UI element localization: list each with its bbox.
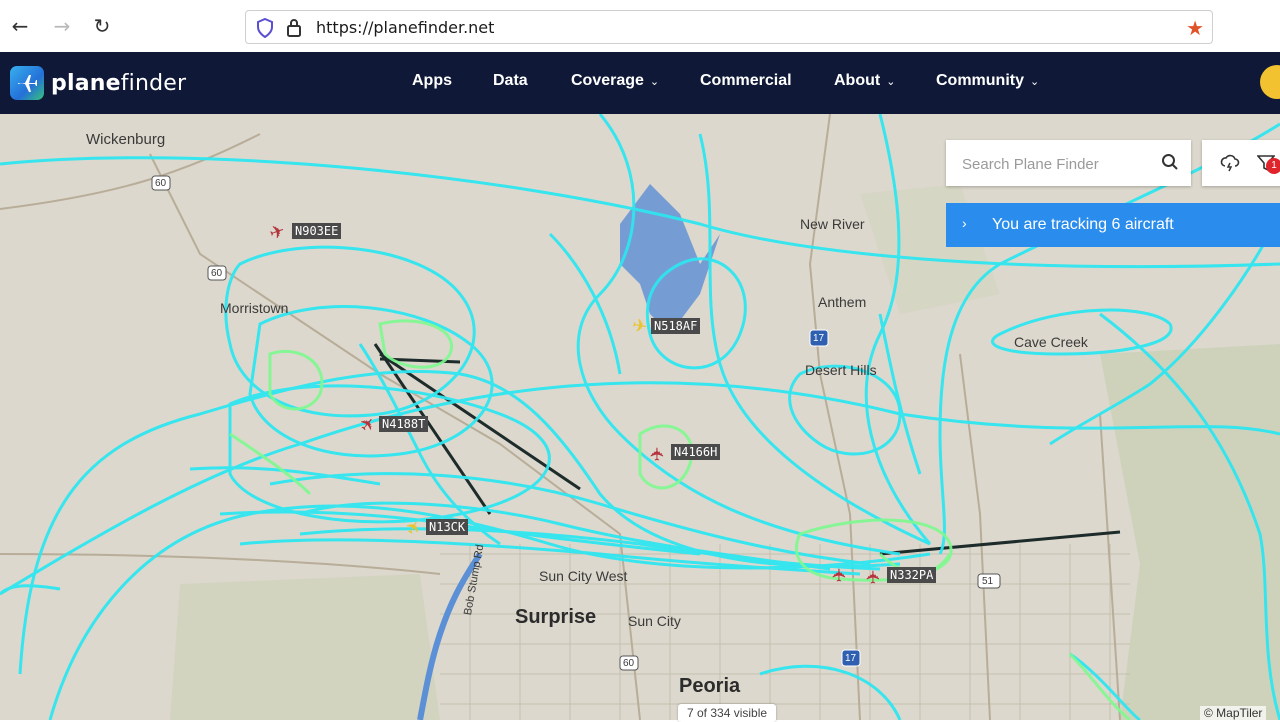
- chevron-down-icon: ⌄: [649, 76, 660, 88]
- map-attribution[interactable]: © MapTiler: [1200, 706, 1267, 720]
- visible-count: 7 of 334 visible: [678, 704, 777, 722]
- shield-icon[interactable]: [256, 18, 274, 38]
- plane-logo-icon: [10, 66, 44, 100]
- chevron-right-icon: ›: [962, 215, 967, 231]
- menu-apps[interactable]: Apps: [412, 72, 452, 90]
- aircraft-label[interactable]: N4188T: [379, 416, 429, 432]
- back-button[interactable]: ←: [8, 14, 32, 38]
- logo-text: planefinder: [51, 70, 187, 96]
- place-morristown: Morristown: [220, 300, 289, 316]
- chevron-down-icon: ⌄: [1030, 76, 1040, 88]
- highway-label: 51: [982, 576, 994, 587]
- site-header: planefinder Apps Data Coverage ⌄ Commerci…: [0, 52, 1280, 114]
- highway-label: 17: [845, 653, 857, 664]
- menu-about[interactable]: About ⌄: [834, 72, 895, 90]
- place-surprise: Surprise: [515, 606, 597, 628]
- aircraft-label[interactable]: N332PA: [887, 567, 937, 583]
- place-cave-creek: Cave Creek: [1014, 334, 1088, 350]
- place-peoria: Peoria: [679, 675, 741, 697]
- menu-coverage[interactable]: Coverage ⌄: [571, 72, 659, 90]
- chevron-down-icon: ⌄: [886, 76, 896, 88]
- aircraft-label[interactable]: N518AF: [651, 318, 701, 334]
- search-input[interactable]: [946, 140, 1164, 188]
- menu-commercial[interactable]: Commercial: [700, 72, 792, 90]
- filter-badge: 1: [1266, 158, 1280, 174]
- search-box: [946, 140, 1191, 188]
- aircraft-label[interactable]: N903EE: [292, 223, 342, 239]
- address-bar[interactable]: https://planefinder.net ★: [245, 10, 1213, 44]
- avatar[interactable]: [1260, 65, 1280, 99]
- forward-button[interactable]: →: [50, 14, 74, 38]
- aircraft-label[interactable]: N4166H: [671, 444, 721, 460]
- place-anthem: Anthem: [818, 294, 867, 310]
- plane-icon[interactable]: ✈: [648, 446, 669, 461]
- place-sun-city-west: Sun City West: [539, 568, 628, 584]
- place-desert-hills: Desert Hills: [805, 362, 877, 378]
- aircraft-label[interactable]: N13CK: [426, 519, 469, 535]
- map-tools: 1: [1202, 140, 1280, 186]
- reload-button[interactable]: ↻: [90, 14, 114, 38]
- logo[interactable]: planefinder: [10, 65, 186, 101]
- place-sun-city: Sun City: [628, 613, 681, 629]
- bookmark-star-icon[interactable]: ★: [1186, 16, 1204, 40]
- weather-icon[interactable]: [1220, 154, 1240, 172]
- browser-toolbar: ← → ↻ https://planefinder.net ★: [0, 0, 1280, 53]
- plane-icon[interactable]: ✈: [630, 315, 649, 338]
- highway-label: 60: [211, 268, 223, 279]
- place-wickenburg: Wickenburg: [86, 131, 166, 148]
- plane-icon[interactable]: ✈: [830, 567, 851, 582]
- place-new-river: New River: [800, 216, 865, 232]
- lock-icon[interactable]: [286, 18, 302, 38]
- highway-label: 17: [813, 333, 825, 344]
- menu-community[interactable]: Community ⌄: [936, 72, 1039, 90]
- menu-data[interactable]: Data: [493, 72, 528, 90]
- url-text[interactable]: https://planefinder.net: [316, 18, 494, 37]
- highway-label: 60: [623, 658, 635, 669]
- tracking-banner[interactable]: › You are tracking 6 aircraft: [946, 203, 1280, 247]
- plane-icon[interactable]: ✈: [864, 569, 885, 584]
- highway-label: 60: [155, 178, 167, 189]
- tracking-text: You are tracking 6 aircraft: [992, 216, 1174, 233]
- search-icon[interactable]: [1161, 153, 1179, 171]
